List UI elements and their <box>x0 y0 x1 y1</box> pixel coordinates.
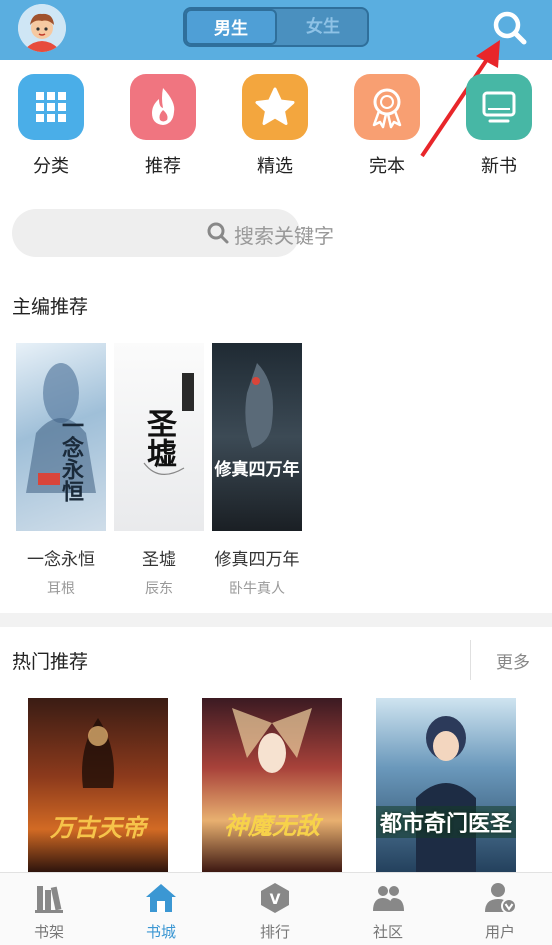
book-cover-title: 圣墟 <box>141 408 176 468</box>
flame-icon <box>130 74 196 140</box>
search-input[interactable]: 搜索关键字 <box>12 209 334 257</box>
grid-icon <box>18 74 84 140</box>
rank-icon: V <box>261 883 289 913</box>
book-item[interactable]: 万古天帝 <box>28 698 168 873</box>
tab-label: 社区 <box>372 923 403 941</box>
tab-label: 用户 <box>484 923 515 941</box>
category-label: 推荐 <box>145 156 181 177</box>
tab-user[interactable]: 用户 <box>445 881 552 942</box>
book-cover: 神魔无敌 <box>202 698 342 873</box>
book-cover: 圣墟 <box>114 343 204 531</box>
tab-female[interactable]: 女生 <box>277 9 367 45</box>
category-classify[interactable]: 分类 <box>6 74 96 178</box>
book-item[interactable]: 修真四万年 修真四万年 卧牛真人 <box>212 343 302 598</box>
category-label: 精选 <box>257 156 293 177</box>
tab-label: 排行 <box>259 923 290 941</box>
tab-label: 书架 <box>33 923 64 941</box>
book-cover-title: 万古天帝 <box>50 814 146 842</box>
book-author: 卧牛真人 <box>229 581 285 597</box>
book-cover: 修真四万年 <box>212 343 302 531</box>
search-icon <box>207 222 229 244</box>
more-link[interactable]: 更多 <box>496 648 530 673</box>
monitor-icon <box>466 74 532 140</box>
section-divider <box>0 613 552 627</box>
bottom-tab-bar: 书架 书城 V 排行 社区 用户 <box>0 872 552 945</box>
category-featured[interactable]: 精选 <box>230 74 320 178</box>
book-title: 修真四万年 <box>214 550 300 570</box>
user-icon <box>485 883 517 914</box>
svg-text:V: V <box>270 892 281 908</box>
tab-community[interactable]: 社区 <box>333 881 443 942</box>
book-title: 一念永恒 <box>27 550 95 570</box>
book-cover: 一念永恒 <box>16 343 106 531</box>
tab-ranking[interactable]: V 排行 <box>220 881 330 942</box>
book-cover: 万古天帝 <box>28 698 168 873</box>
book-cover: 都市奇门医圣 <box>376 698 516 873</box>
book-cover-title: 神魔无敌 <box>224 812 320 840</box>
section-title-hot-picks: 热门推荐 <box>12 651 89 673</box>
book-author: 辰东 <box>145 581 173 597</box>
section-title-editor-picks: 主编推荐 <box>12 296 89 318</box>
category-recommend[interactable]: 推荐 <box>118 74 208 178</box>
gender-switch: 男生 女生 <box>183 7 369 47</box>
book-item[interactable]: 神魔无敌 <box>202 698 342 873</box>
category-completed[interactable]: 完本 <box>342 74 432 178</box>
book-cover-title: 一念永恒 <box>58 414 83 502</box>
book-title: 圣墟 <box>142 550 176 570</box>
category-row: 分类 推荐 精选 完本 新书 <box>0 74 552 184</box>
book-author: 耳根 <box>47 581 75 597</box>
ribbon-icon <box>354 74 420 140</box>
book-cover-title: 都市奇门医圣 <box>376 806 516 838</box>
category-label: 新书 <box>481 156 517 177</box>
home-icon <box>146 884 176 912</box>
tab-bookstore[interactable]: 书城 <box>106 881 216 942</box>
category-new[interactable]: 新书 <box>454 74 544 178</box>
book-item[interactable]: 一念永恒 一念永恒 耳根 <box>16 343 106 598</box>
more-divider <box>470 640 471 680</box>
star-icon <box>242 74 308 140</box>
tab-label: 书城 <box>145 923 176 941</box>
bookshelf-icon <box>35 886 63 913</box>
category-label: 完本 <box>369 156 405 177</box>
tab-male[interactable]: 男生 <box>185 9 277 45</box>
tab-bookshelf[interactable]: 书架 <box>0 881 104 942</box>
book-cover-title: 修真四万年 <box>214 460 300 480</box>
category-label: 分类 <box>33 156 69 177</box>
book-item[interactable]: 都市奇门医圣 <box>376 698 516 873</box>
community-icon <box>373 886 404 911</box>
avatar[interactable] <box>18 4 66 52</box>
search-placeholder: 搜索关键字 <box>234 224 334 248</box>
book-item[interactable]: 圣墟 圣墟 辰东 <box>114 343 204 598</box>
